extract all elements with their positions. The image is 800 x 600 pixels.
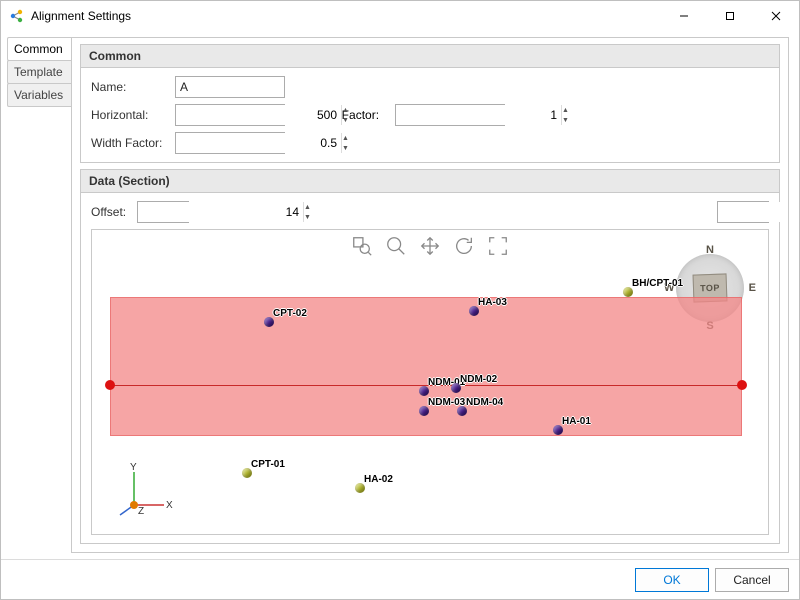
section-viewer[interactable]: TOP N S E W CPT-02HA-03BH/CPT-01NDM-01ND… bbox=[91, 229, 769, 535]
svg-text:Z: Z bbox=[138, 506, 144, 517]
close-button[interactable] bbox=[753, 1, 799, 31]
width-factor-label: Width Factor: bbox=[91, 136, 169, 150]
data-point-label: HA-02 bbox=[364, 474, 393, 485]
spinner-up-icon[interactable]: ▲ bbox=[342, 133, 349, 143]
tab-template[interactable]: Template bbox=[7, 60, 71, 84]
tab-variables[interactable]: Variables bbox=[7, 83, 71, 107]
data-point-label: BH/CPT-01 bbox=[632, 278, 683, 289]
ok-button[interactable]: OK bbox=[635, 568, 709, 592]
window-title: Alignment Settings bbox=[31, 9, 661, 23]
svg-text:X: X bbox=[166, 500, 173, 511]
offset-label: Offset: bbox=[91, 205, 137, 219]
spinner-up-icon[interactable]: ▲ bbox=[562, 105, 569, 115]
scene: CPT-02HA-03BH/CPT-01NDM-01NDM-02NDM-03ND… bbox=[92, 230, 768, 534]
spinner-down-icon[interactable]: ▼ bbox=[562, 115, 569, 125]
name-label: Name: bbox=[91, 80, 169, 94]
svg-text:Y: Y bbox=[130, 462, 137, 473]
data-point-label: NDM-04 bbox=[466, 397, 503, 408]
common-section: Common Name: Horizontal: ▲▼ Ve bbox=[80, 44, 780, 163]
spinner-down-icon[interactable]: ▼ bbox=[342, 115, 349, 125]
width-factor-spinner[interactable]: ▲▼ bbox=[175, 132, 285, 154]
cancel-button[interactable]: Cancel bbox=[715, 568, 789, 592]
horizontal-spinner[interactable]: ▲▼ bbox=[175, 104, 285, 126]
spinner-down-icon[interactable]: ▼ bbox=[304, 212, 311, 222]
data-point-label: HA-03 bbox=[478, 297, 507, 308]
alignment-endpoint[interactable] bbox=[737, 380, 747, 390]
axes-gizmo: X Y Z bbox=[114, 460, 174, 520]
spinner-up-icon[interactable]: ▲ bbox=[304, 202, 311, 212]
data-point-label: HA-01 bbox=[562, 416, 591, 427]
dialog-footer: OK Cancel bbox=[1, 559, 799, 599]
data-point-label: CPT-02 bbox=[273, 308, 307, 319]
dialog-window: Alignment Settings Common Template Varia… bbox=[0, 0, 800, 600]
vertical-factor-spinner[interactable]: ▲▼ bbox=[395, 104, 505, 126]
tab-content: Common Name: Horizontal: ▲▼ Ve bbox=[71, 37, 789, 553]
offset-spinner[interactable]: ▲▼ bbox=[137, 201, 189, 223]
alignment-endpoint[interactable] bbox=[105, 380, 115, 390]
name-input[interactable] bbox=[175, 76, 285, 98]
data-section: Data (Section) Offset: ▲▼ bbox=[80, 169, 780, 544]
horizontal-label: Horizontal: bbox=[91, 108, 169, 122]
minimize-button[interactable] bbox=[661, 1, 707, 31]
data-point-label: NDM-02 bbox=[460, 374, 497, 385]
spinner-down-icon[interactable]: ▼ bbox=[342, 143, 349, 153]
data-header: Data (Section) bbox=[81, 170, 779, 193]
app-icon bbox=[9, 8, 25, 24]
maximize-button[interactable] bbox=[707, 1, 753, 31]
dialog-body: Common Template Variables Common Name: H… bbox=[1, 31, 799, 599]
side-tabs: Common Template Variables bbox=[7, 37, 71, 553]
right-spinner[interactable]: ▲▼ bbox=[717, 201, 769, 223]
data-point-label: CPT-01 bbox=[251, 459, 285, 470]
spinner-up-icon[interactable]: ▲ bbox=[342, 105, 349, 115]
tab-common[interactable]: Common bbox=[7, 37, 71, 61]
common-header: Common bbox=[81, 45, 779, 68]
titlebar: Alignment Settings bbox=[1, 1, 799, 31]
